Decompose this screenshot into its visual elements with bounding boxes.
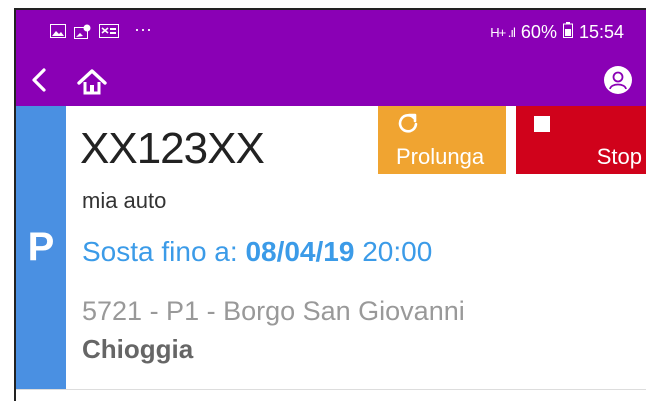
battery-icon <box>562 22 573 43</box>
clock: 15:54 <box>578 22 624 42</box>
stop-button[interactable]: Stop <box>516 106 646 174</box>
card-icon <box>99 24 119 42</box>
divider <box>16 389 646 390</box>
photo-location-icon <box>74 24 92 44</box>
status-bar: ··· H+ .ıl 60% 15:54 <box>16 10 646 58</box>
parking-address: 5721 - P1 - Borgo San Giovanni <box>82 296 465 326</box>
extend-label: Prolunga <box>396 144 485 169</box>
until-time: 20:00 <box>362 236 433 267</box>
status-right: H+ .ıl 60% 15:54 <box>490 22 624 43</box>
signal-icon: H+ .ıl <box>490 25 516 40</box>
vehicle-description: mia auto <box>82 188 167 213</box>
stop-label: Stop <box>596 144 642 169</box>
until-label: Sosta fino a: <box>82 236 238 267</box>
parking-card[interactable]: P XX123XX mia auto Sosta fino a: 08/04/1… <box>16 106 646 389</box>
license-plate: XX123XX <box>80 124 265 173</box>
more-notifications: ··· <box>134 19 152 39</box>
until-date: 08/04/19 <box>245 236 355 267</box>
chevron-left-icon[interactable] <box>30 66 48 99</box>
phone-screen: ··· H+ .ıl 60% 15:54 P XX123XX mia auto … <box>14 8 646 401</box>
battery-percent: 60% <box>520 22 557 42</box>
refresh-icon <box>396 112 420 141</box>
image-icon <box>50 24 66 42</box>
app-bar <box>16 58 646 106</box>
extend-button[interactable]: Prolunga <box>378 106 506 174</box>
parking-until: Sosta fino a: 08/04/19 20:00 <box>82 236 432 268</box>
parking-city: Chioggia <box>82 334 194 364</box>
home-icon[interactable] <box>76 68 108 96</box>
stop-icon <box>534 116 550 132</box>
parking-badge: P <box>16 106 66 389</box>
user-icon[interactable] <box>604 66 632 94</box>
